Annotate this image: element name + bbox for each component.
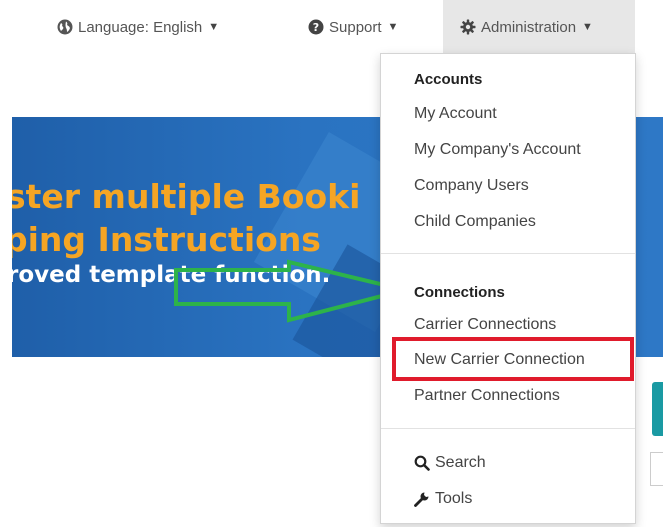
administration-label: Administration [481, 18, 577, 36]
banner-line-2: ping Instructions [12, 220, 321, 259]
background-input[interactable] [650, 452, 663, 486]
svg-text:?: ? [313, 21, 319, 34]
caret-down-icon: ▼ [582, 21, 593, 33]
menu-item-my-account[interactable]: My Account [414, 105, 497, 123]
gear-icon [460, 19, 476, 35]
menu-item-partner-connections[interactable]: Partner Connections [414, 387, 560, 405]
menu-divider [381, 428, 635, 429]
search-icon [414, 455, 430, 471]
page: Language: English ▼ ? Support ▼ Administ… [0, 0, 663, 527]
globe-icon [57, 19, 73, 35]
language-menu[interactable]: Language: English ▼ [57, 0, 219, 54]
administration-menu[interactable]: Administration ▼ [443, 0, 635, 54]
menu-item-my-company-account[interactable]: My Company's Account [414, 141, 581, 159]
wrench-icon [414, 491, 430, 507]
menu-item-new-carrier-connection[interactable]: New Carrier Connection [414, 351, 585, 369]
caret-down-icon: ▼ [387, 21, 399, 33]
menu-item-tools[interactable]: Tools [414, 490, 472, 508]
menu-item-child-companies[interactable]: Child Companies [414, 213, 536, 231]
caret-down-icon: ▼ [208, 21, 220, 33]
top-nav: Language: English ▼ ? Support ▼ Administ… [0, 0, 663, 54]
question-circle-icon: ? [308, 19, 324, 35]
banner-line-3: roved template function. [12, 262, 331, 288]
language-label: Language: English [78, 18, 203, 36]
menu-item-search[interactable]: Search [414, 454, 486, 472]
administration-dropdown: Accounts My Account My Company's Account… [380, 53, 636, 524]
menu-divider [381, 253, 635, 254]
banner-line-1: ster multiple Booki [12, 177, 361, 216]
support-menu[interactable]: ? Support ▼ [308, 0, 398, 54]
menu-item-company-users[interactable]: Company Users [414, 177, 529, 195]
search-label: Search [435, 454, 486, 471]
background-button[interactable] [652, 382, 663, 436]
accounts-header: Accounts [414, 71, 483, 88]
connections-header: Connections [414, 284, 505, 301]
support-label: Support [329, 18, 382, 36]
menu-item-carrier-connections[interactable]: Carrier Connections [414, 316, 556, 334]
tools-label: Tools [435, 490, 473, 507]
